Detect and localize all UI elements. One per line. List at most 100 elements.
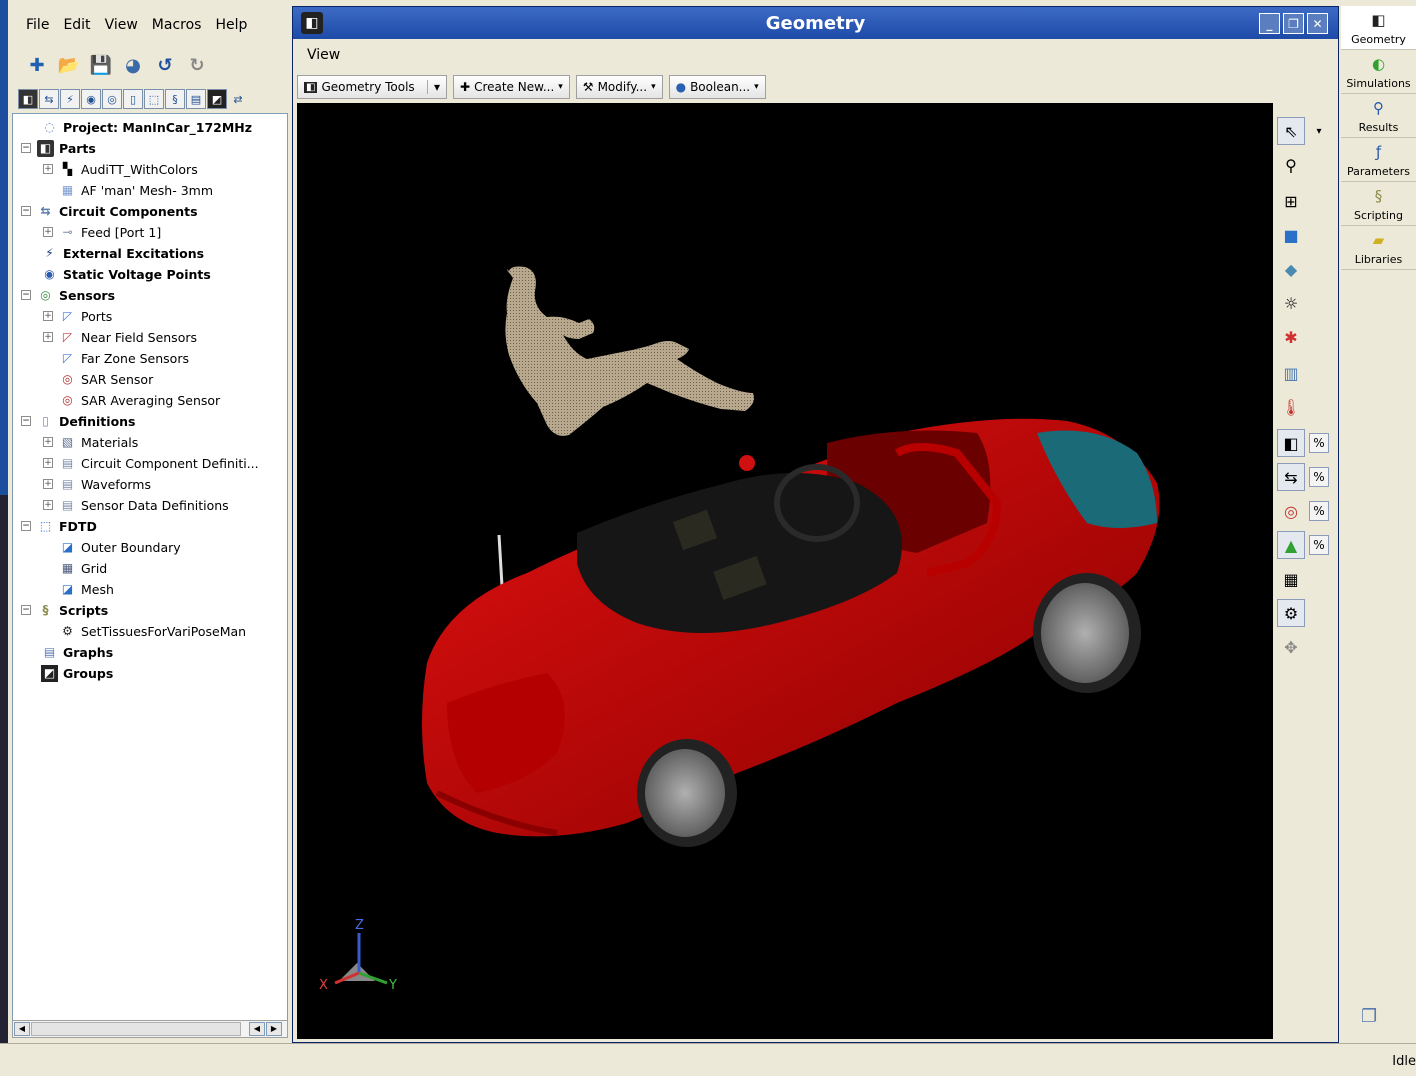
- groups-icon[interactable]: ◩: [207, 89, 227, 109]
- human-phantom[interactable]: [505, 266, 754, 436]
- boolean-button[interactable]: ● Boolean... ▾: [668, 75, 766, 99]
- collapse-toggle[interactable]: −: [21, 605, 31, 615]
- menu-help[interactable]: Help: [215, 17, 247, 33]
- tree-item-groups[interactable]: ◩ Groups: [41, 663, 113, 683]
- fit-view-icon[interactable]: ⊞: [1277, 187, 1305, 215]
- collapse-toggle[interactable]: −: [21, 290, 31, 300]
- nav-scripting[interactable]: § Scripting: [1341, 182, 1416, 226]
- excitation-icon[interactable]: ⚡: [60, 89, 80, 109]
- tree-item-sar-averaging[interactable]: ◎ SAR Averaging Sensor: [59, 390, 220, 410]
- 3d-viewport[interactable]: Z X Y: [297, 103, 1273, 1039]
- sync-icon[interactable]: ⇄: [228, 89, 248, 109]
- tree-item-sensor-data[interactable]: + ▤ Sensor Data Definitions: [43, 495, 229, 515]
- menu-edit[interactable]: Edit: [63, 17, 90, 33]
- window-title-bar[interactable]: ◧ Geometry _ ❐ ✕: [293, 7, 1338, 39]
- circuit-opacity-button[interactable]: %: [1309, 467, 1329, 487]
- collapse-toggle[interactable]: −: [21, 416, 31, 426]
- window-menu-view[interactable]: View: [307, 47, 340, 63]
- tree-item-far-zone[interactable]: ◸ Far Zone Sensors: [59, 348, 189, 368]
- expand-toggle[interactable]: +: [43, 227, 53, 237]
- menu-macros[interactable]: Macros: [152, 17, 202, 33]
- geometry-tools-dropdown[interactable]: ◧ Geometry Tools ▾: [297, 75, 447, 99]
- graphs-icon[interactable]: ▤: [186, 89, 206, 109]
- expand-toggle[interactable]: +: [43, 479, 53, 489]
- geometry-opacity-button[interactable]: %: [1309, 433, 1329, 453]
- menu-view[interactable]: View: [105, 17, 138, 33]
- static-voltage-icon[interactable]: ◉: [81, 89, 101, 109]
- scroll-thumb[interactable]: [31, 1022, 241, 1036]
- thermometer-icon[interactable]: 🌡: [1277, 393, 1305, 421]
- expand-toggle[interactable]: +: [43, 164, 53, 174]
- probe-icon[interactable]: ✥: [1277, 633, 1305, 661]
- menu-file[interactable]: File: [26, 17, 49, 33]
- tree-item-definitions[interactable]: − ▯ Definitions: [21, 411, 136, 431]
- expand-toggle[interactable]: +: [43, 437, 53, 447]
- tree-item-circuit-components[interactable]: − ⇆ Circuit Components: [21, 201, 198, 221]
- tree-item-mesh[interactable]: ◪ Mesh: [59, 579, 114, 599]
- circuit-visibility-icon[interactable]: ⇆: [1277, 463, 1305, 491]
- save-icon[interactable]: 💾: [88, 52, 114, 78]
- nav-results[interactable]: ⚲ Results: [1341, 94, 1416, 138]
- nav-simulations[interactable]: ◐ Simulations: [1341, 50, 1416, 94]
- chevron-down-icon[interactable]: ▾: [1305, 117, 1333, 145]
- tree-item-parts[interactable]: − ◧ Parts: [21, 138, 96, 158]
- tree-item-set-tissues[interactable]: ⚙ SetTissuesForVariPoseMan: [59, 621, 246, 641]
- tree-item-circuit-defs[interactable]: + ▤ Circuit Component Definiti...: [43, 453, 259, 473]
- tree-item-sensors[interactable]: − ◎ Sensors: [21, 285, 115, 305]
- car-model[interactable]: [422, 418, 1160, 847]
- circuit-icon[interactable]: ⇆: [39, 89, 59, 109]
- sensor-visibility-icon[interactable]: ◎: [1277, 497, 1305, 525]
- tree-item-materials[interactable]: + ▧ Materials: [43, 432, 138, 452]
- expand-toggle[interactable]: +: [43, 500, 53, 510]
- nav-geometry[interactable]: ◧ Geometry: [1341, 6, 1416, 50]
- globe-icon[interactable]: ◕: [120, 52, 146, 78]
- light-icon[interactable]: ☼: [1277, 289, 1305, 317]
- collapse-toggle[interactable]: −: [21, 206, 31, 216]
- windows-icon[interactable]: ❐: [1361, 1006, 1377, 1027]
- tree-item-feed[interactable]: + ⊸ Feed [Port 1]: [43, 222, 161, 242]
- minimize-button[interactable]: _: [1259, 13, 1280, 34]
- nav-parameters[interactable]: ƒ Parameters: [1341, 138, 1416, 182]
- close-button[interactable]: ✕: [1307, 13, 1328, 34]
- field-visibility-icon[interactable]: ▲: [1277, 531, 1305, 559]
- tree-item-grid[interactable]: ▦ Grid: [59, 558, 107, 578]
- create-new-button[interactable]: ✚ Create New... ▾: [453, 75, 570, 99]
- sensor-icon[interactable]: ◎: [102, 89, 122, 109]
- tree-item-external-excitations[interactable]: ⚡ External Excitations: [41, 243, 204, 263]
- undo-icon[interactable]: ↺: [152, 52, 178, 78]
- definitions-icon[interactable]: ▯: [123, 89, 143, 109]
- scroll-right-arrow-icon[interactable]: ▶: [266, 1022, 282, 1036]
- scroll-left-arrow-icon[interactable]: ◀: [14, 1022, 30, 1036]
- modify-button[interactable]: ⚒ Modify... ▾: [575, 75, 663, 99]
- tree-item-static-voltage[interactable]: ◉ Static Voltage Points: [41, 264, 211, 284]
- field-opacity-button[interactable]: %: [1309, 535, 1329, 555]
- tree-item-graphs[interactable]: ▤ Graphs: [41, 642, 113, 662]
- sensor-opacity-button[interactable]: %: [1309, 501, 1329, 521]
- tree-item-man-mesh[interactable]: ▦ AF 'man' Mesh- 3mm: [59, 180, 213, 200]
- scroll-left-arrow-icon-2[interactable]: ◀: [249, 1022, 265, 1036]
- tree-item-waveforms[interactable]: + ▤ Waveforms: [43, 474, 151, 494]
- collapse-toggle[interactable]: −: [21, 521, 31, 531]
- tree-item-sar-sensor[interactable]: ◎ SAR Sensor: [59, 369, 153, 389]
- axes-icon[interactable]: ✱: [1277, 323, 1305, 351]
- scripts-icon[interactable]: §: [165, 89, 185, 109]
- collapse-toggle[interactable]: −: [21, 143, 31, 153]
- select-arrow-icon[interactable]: ⇖: [1277, 117, 1305, 145]
- gear-view-icon[interactable]: ⚙: [1277, 599, 1305, 627]
- new-project-icon[interactable]: ✚: [24, 52, 50, 78]
- expand-toggle[interactable]: +: [43, 311, 53, 321]
- mesh-view-icon[interactable]: ▦: [1277, 565, 1305, 593]
- geometry-visibility-icon[interactable]: ◧: [1277, 429, 1305, 457]
- tree-item-ports[interactable]: + ◸ Ports: [43, 306, 112, 326]
- nav-libraries[interactable]: ▰ Libraries: [1341, 226, 1416, 270]
- restore-button[interactable]: ❐: [1283, 13, 1304, 34]
- shaded-cube-icon[interactable]: ◆: [1277, 255, 1305, 283]
- tree-item-near-field[interactable]: + ◸ Near Field Sensors: [43, 327, 197, 347]
- expand-toggle[interactable]: +: [43, 458, 53, 468]
- expand-toggle[interactable]: +: [43, 332, 53, 342]
- redo-icon[interactable]: ↻: [184, 52, 210, 78]
- cube-view-icon[interactable]: ■: [1277, 221, 1305, 249]
- tree-item-scripts[interactable]: − § Scripts: [21, 600, 108, 620]
- open-folder-icon[interactable]: 📂: [56, 52, 82, 78]
- zoom-icon[interactable]: ⚲: [1277, 151, 1305, 179]
